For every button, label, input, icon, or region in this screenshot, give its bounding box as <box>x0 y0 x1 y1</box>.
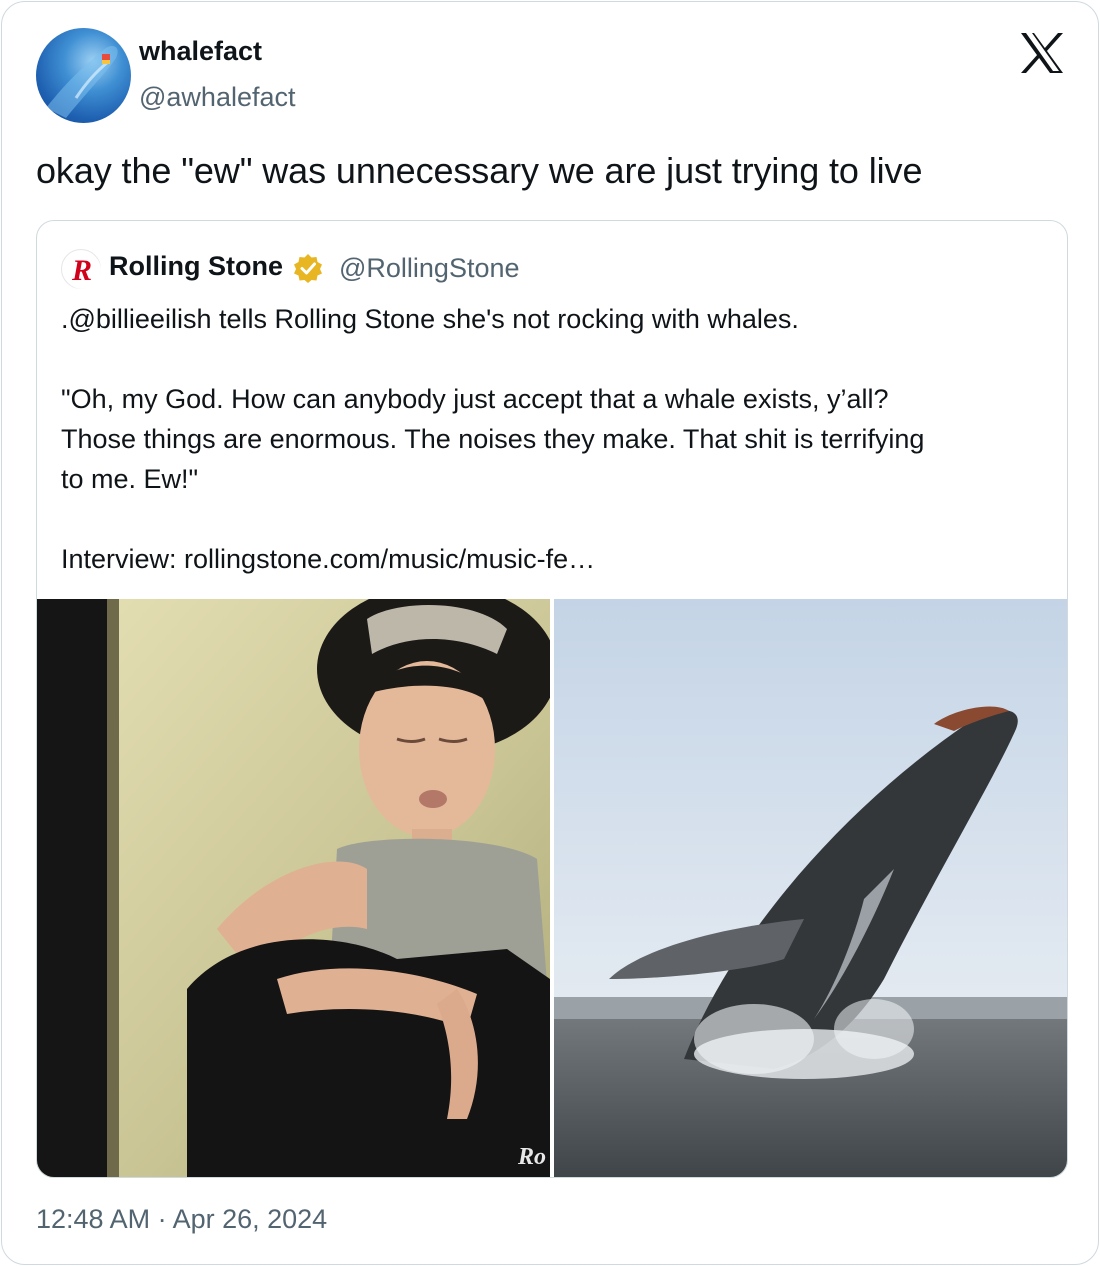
tweet-header: whalefact @awhalefact <box>36 28 1076 124</box>
avatar[interactable] <box>36 28 131 123</box>
quoted-tweet[interactable]: R Rolling Stone @RollingStone .@billieei… <box>36 220 1068 1178</box>
quoted-line: .@billieeilish tells Rolling Stone she's… <box>61 304 799 334</box>
author-handle[interactable]: @awhalefact <box>139 82 296 113</box>
quoted-author-name[interactable]: Rolling Stone <box>109 251 283 282</box>
quoted-line: "Oh, my God. How can anybody just accept… <box>61 384 889 414</box>
x-logo-icon[interactable] <box>1019 32 1065 74</box>
tweet-card: whalefact @awhalefact okay the "ew" was … <box>1 1 1099 1265</box>
svg-text:R: R <box>71 254 92 287</box>
quoted-tweet-text: .@billieeilish tells Rolling Stone she's… <box>61 299 1041 579</box>
photo-breaching-whale[interactable] <box>554 599 1067 1177</box>
quoted-line: to me. Ew!" <box>61 464 199 494</box>
media-grid: Ro <box>37 599 1067 1177</box>
rolling-stone-logo-icon[interactable]: R <box>61 249 101 289</box>
quoted-line: Those things are enormous. The noises th… <box>61 424 925 454</box>
quoted-tweet-header: R Rolling Stone @RollingStone <box>61 247 961 289</box>
author-name[interactable]: whalefact <box>139 36 262 67</box>
whale-avatar-icon <box>46 46 118 118</box>
gold-verified-badge-icon <box>294 254 322 283</box>
tweet-text: okay the "ew" was unnecessary we are jus… <box>36 150 923 191</box>
quoted-author-handle[interactable]: @RollingStone <box>339 253 520 284</box>
tweet-timestamp[interactable]: 12:48 AM · Apr 26, 2024 <box>36 1204 327 1235</box>
photo-billie-eilish[interactable]: Ro <box>37 599 550 1177</box>
quoted-link-line[interactable]: Interview: rollingstone.com/music/music-… <box>61 539 1041 579</box>
rolling-stone-watermark: Ro <box>517 1144 546 1170</box>
